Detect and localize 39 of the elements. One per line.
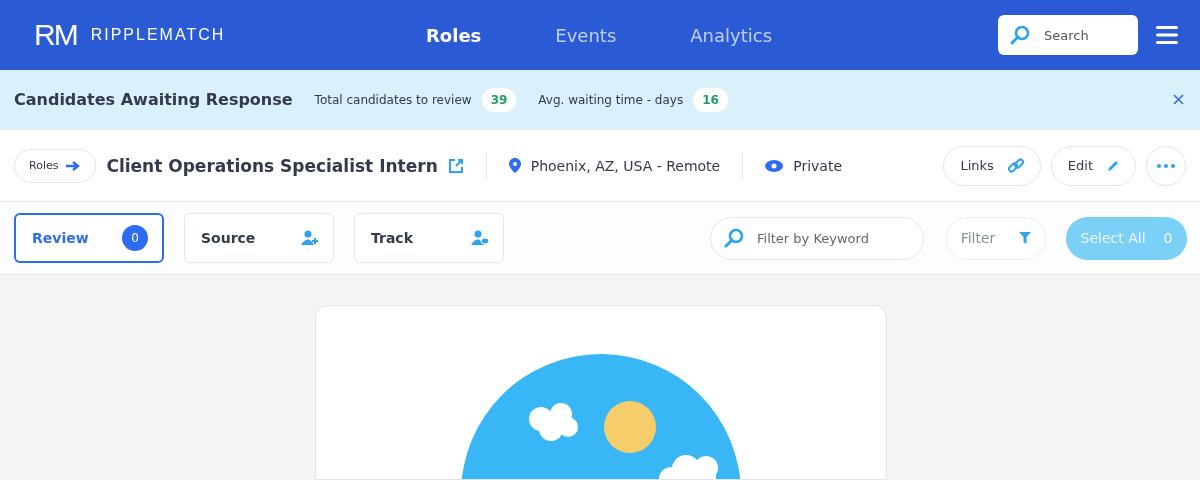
stat-value: 16	[693, 87, 728, 112]
logo-text: RIPPLEMATCH	[90, 26, 226, 44]
location-pin-icon	[508, 158, 521, 173]
pencil-icon	[1107, 159, 1119, 172]
stage-tab[interactable]: Track	[354, 213, 504, 263]
nav-tab[interactable]: Roles	[414, 24, 494, 46]
keyword-filter-field[interactable]: Filter by Keyword	[710, 216, 924, 260]
link-icon	[1007, 157, 1024, 174]
roles-button[interactable]: Roles	[14, 148, 97, 183]
visibility-label: Private	[793, 157, 842, 174]
nav-tab[interactable]: Events	[543, 24, 629, 46]
funnel-icon	[1019, 232, 1032, 244]
more-icon	[1157, 163, 1175, 168]
logo-mark: RM	[34, 18, 77, 52]
filter-button[interactable]: Filter	[946, 216, 1046, 260]
links-button[interactable]: Links	[943, 145, 1041, 186]
stage-tab[interactable]: Review 0	[14, 213, 164, 263]
eye-icon	[765, 159, 784, 172]
menu-icon	[1156, 26, 1178, 44]
more-button[interactable]	[1146, 145, 1186, 186]
add-person-icon	[301, 230, 319, 246]
edit-button[interactable]: Edit	[1050, 145, 1136, 186]
stat-label: Total candidates to review	[314, 92, 472, 107]
close-button[interactable]	[1171, 92, 1186, 107]
person-eye-icon	[471, 230, 489, 246]
arrow-right-icon	[66, 160, 82, 171]
stat-value: 39	[481, 87, 517, 112]
role-location: Phoenix, AZ, USA - Remote	[530, 157, 721, 174]
search-field[interactable]: Search	[998, 15, 1138, 55]
role-title: Client Operations Specialist Intern	[106, 155, 438, 176]
search-icon	[724, 227, 744, 248]
count-badge: 0	[122, 225, 148, 251]
nav-tab[interactable]: Analytics	[678, 24, 785, 46]
external-link-icon	[447, 157, 464, 174]
close-icon	[1173, 94, 1184, 105]
banner-title: Candidates Awaiting Response	[14, 90, 293, 109]
stat-label: Avg. waiting time - days	[538, 92, 684, 107]
stage-tab[interactable]: Source	[184, 213, 334, 263]
search-icon	[1010, 25, 1030, 45]
